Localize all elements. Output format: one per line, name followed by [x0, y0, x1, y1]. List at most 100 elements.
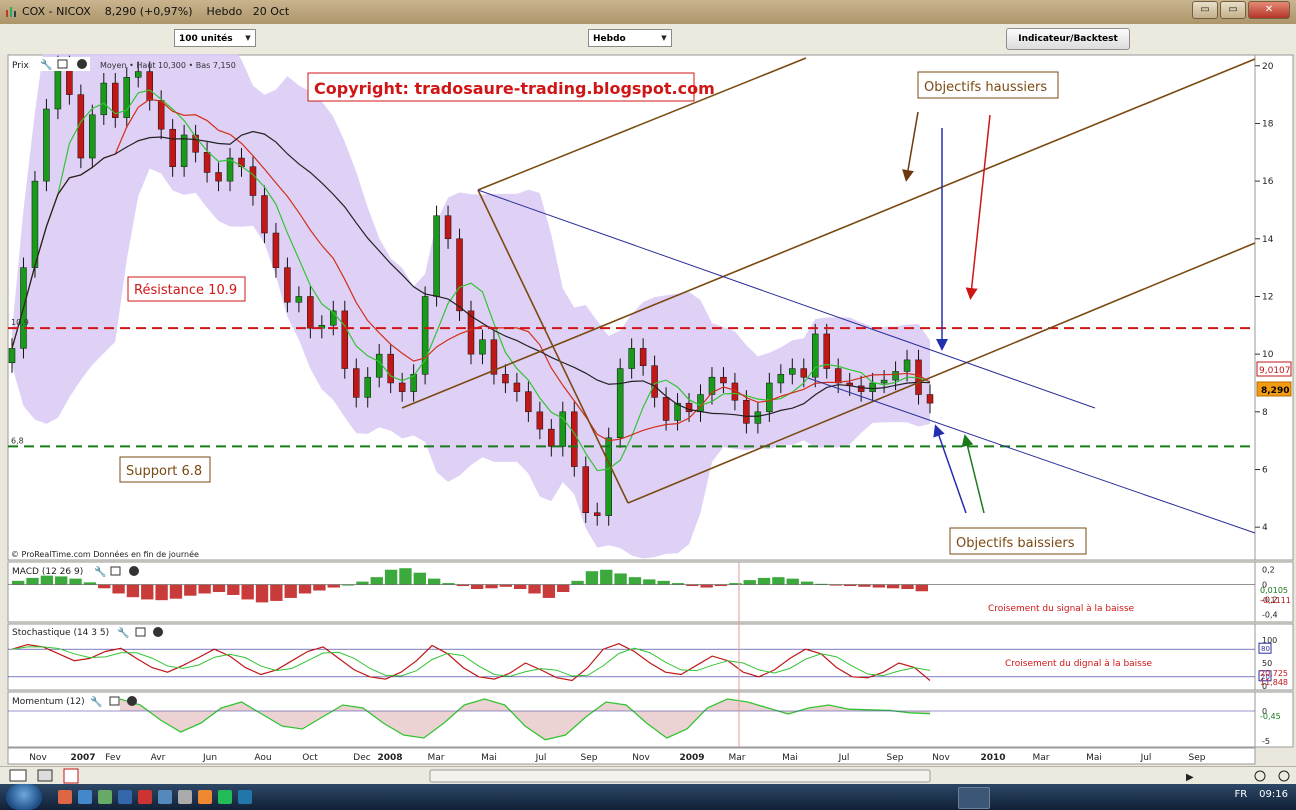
macd-bar	[184, 584, 197, 596]
close-panel-icon[interactable]	[77, 59, 87, 69]
macd-bar	[772, 577, 785, 585]
wrench-icon[interactable]: 🔧	[40, 58, 52, 71]
system-tray: FR 09:16	[1234, 789, 1288, 800]
macd-bar	[399, 568, 412, 585]
app-icon[interactable]	[218, 790, 232, 804]
x-tick-label: Oct	[302, 753, 318, 763]
horizontal-scrollbar[interactable]	[429, 769, 931, 783]
candle-body	[789, 368, 796, 375]
candle-body	[215, 172, 222, 182]
chevron-down-icon: ▼	[661, 34, 667, 42]
candle-body	[444, 215, 452, 240]
restore-button[interactable]: ▭	[1220, 1, 1246, 19]
macd-bar	[126, 584, 140, 598]
stochastic-annotation: Croisement du dignal à la baisse	[1005, 659, 1153, 669]
price-tick-label: 4	[1262, 523, 1268, 533]
active-window-button[interactable]	[958, 787, 990, 809]
units-select-value: 100 unités	[179, 34, 233, 44]
candle-body	[720, 376, 727, 384]
macd-bar	[241, 584, 254, 600]
app-icon[interactable]	[238, 790, 252, 804]
candle-body	[628, 348, 635, 369]
chevron-down-icon: ▼	[245, 34, 251, 42]
period-select[interactable]: Hebdo ▼	[588, 29, 672, 47]
candle-body	[364, 376, 371, 398]
x-tick-label: Jun	[202, 753, 217, 763]
candle-body	[525, 391, 532, 413]
candle-body	[662, 397, 670, 421]
app-icon[interactable]	[198, 790, 212, 804]
macd-value-1: 0,0105	[1260, 586, 1288, 595]
chart-app-icon	[6, 7, 16, 17]
zoom-out-icon[interactable]	[1254, 770, 1266, 782]
macd-bar	[858, 584, 871, 587]
candle-body	[295, 296, 303, 303]
candle-body	[903, 359, 911, 372]
stochastic-value-1: 20,725	[1260, 669, 1288, 678]
close-panel-icon[interactable]	[129, 566, 139, 576]
macd-bar	[413, 572, 426, 585]
copyright-box: Copyright: tradosaure-trading.blogspot.c…	[307, 72, 715, 102]
language-indicator[interactable]: FR	[1234, 789, 1247, 800]
x-tick-label: Avr	[151, 753, 166, 763]
macd-bar	[141, 584, 154, 600]
candle-body	[834, 368, 842, 384]
bottom-bar-icons: ▶	[9, 768, 1290, 784]
macd-bar	[26, 577, 39, 585]
candle-body	[31, 180, 39, 268]
macd-bar	[212, 584, 226, 592]
x-tick-label: Mar	[1033, 753, 1050, 763]
macd-bar	[169, 584, 183, 599]
resistance-annotation-text: Résistance 10.9	[134, 283, 237, 298]
close-icon[interactable]	[63, 768, 79, 784]
macd-bar	[542, 584, 556, 598]
print-icon[interactable]	[37, 769, 53, 782]
close-panel-icon[interactable]	[153, 627, 163, 637]
close-panel-icon[interactable]	[127, 696, 137, 706]
x-tick-label: 2007	[70, 753, 95, 763]
macd-bar	[370, 577, 383, 585]
copyright-text: Copyright: tradosaure-trading.blogspot.c…	[314, 79, 715, 98]
x-tick-label: Sep	[581, 753, 598, 763]
candle-body	[536, 411, 544, 430]
wrench-icon[interactable]: 🔧	[90, 695, 102, 708]
macd-bar	[800, 581, 814, 585]
x-tick-label: Nov	[932, 753, 950, 763]
candle-body	[513, 382, 521, 392]
start-button[interactable]	[6, 784, 42, 810]
candle-body	[605, 437, 612, 516]
macd-bar	[255, 584, 269, 603]
wrench-icon[interactable]: 🔧	[117, 626, 129, 639]
candle-body	[261, 195, 268, 234]
momentum-title: Momentum (12)	[12, 697, 85, 707]
scroll-right-icon[interactable]: ▶	[1186, 772, 1194, 783]
app-icon[interactable]	[178, 790, 192, 804]
price-tick-label: 8	[1262, 408, 1268, 418]
zoom-in-icon[interactable]	[1278, 770, 1290, 782]
app-icon[interactable]	[138, 790, 152, 804]
close-window-button[interactable]: ✕	[1248, 1, 1290, 19]
indicator-backtest-button[interactable]: Indicateur/Backtest	[1006, 28, 1130, 50]
app-icon[interactable]	[58, 790, 72, 804]
wrench-icon[interactable]: 🔧	[94, 565, 106, 578]
candle-body	[479, 339, 486, 355]
objectifs-baissiers-box: Objectifs baissiers	[949, 527, 1087, 555]
units-select[interactable]: 100 unités ▼	[174, 29, 256, 47]
x-tick-label: Dec	[353, 753, 370, 763]
legend-text: Moyen • Haut 10,300 • Bas 7,150	[100, 61, 236, 70]
app-icon[interactable]	[78, 790, 92, 804]
candle-body	[800, 368, 808, 378]
mail-icon[interactable]	[9, 769, 27, 782]
candle-body	[157, 100, 165, 130]
macd-bar	[384, 569, 398, 585]
last-price-label: 8,290	[1261, 386, 1289, 396]
minimize-button[interactable]: ▭	[1192, 1, 1218, 19]
app-icon[interactable]	[118, 790, 132, 804]
macd-bar	[471, 584, 484, 590]
x-tick-label: 2008	[377, 753, 402, 763]
candle-body	[89, 114, 96, 159]
last-price-tag: 8,290	[1256, 381, 1292, 397]
app-icon[interactable]	[158, 790, 172, 804]
price-axis	[1254, 54, 1294, 561]
app-icon[interactable]	[98, 790, 112, 804]
